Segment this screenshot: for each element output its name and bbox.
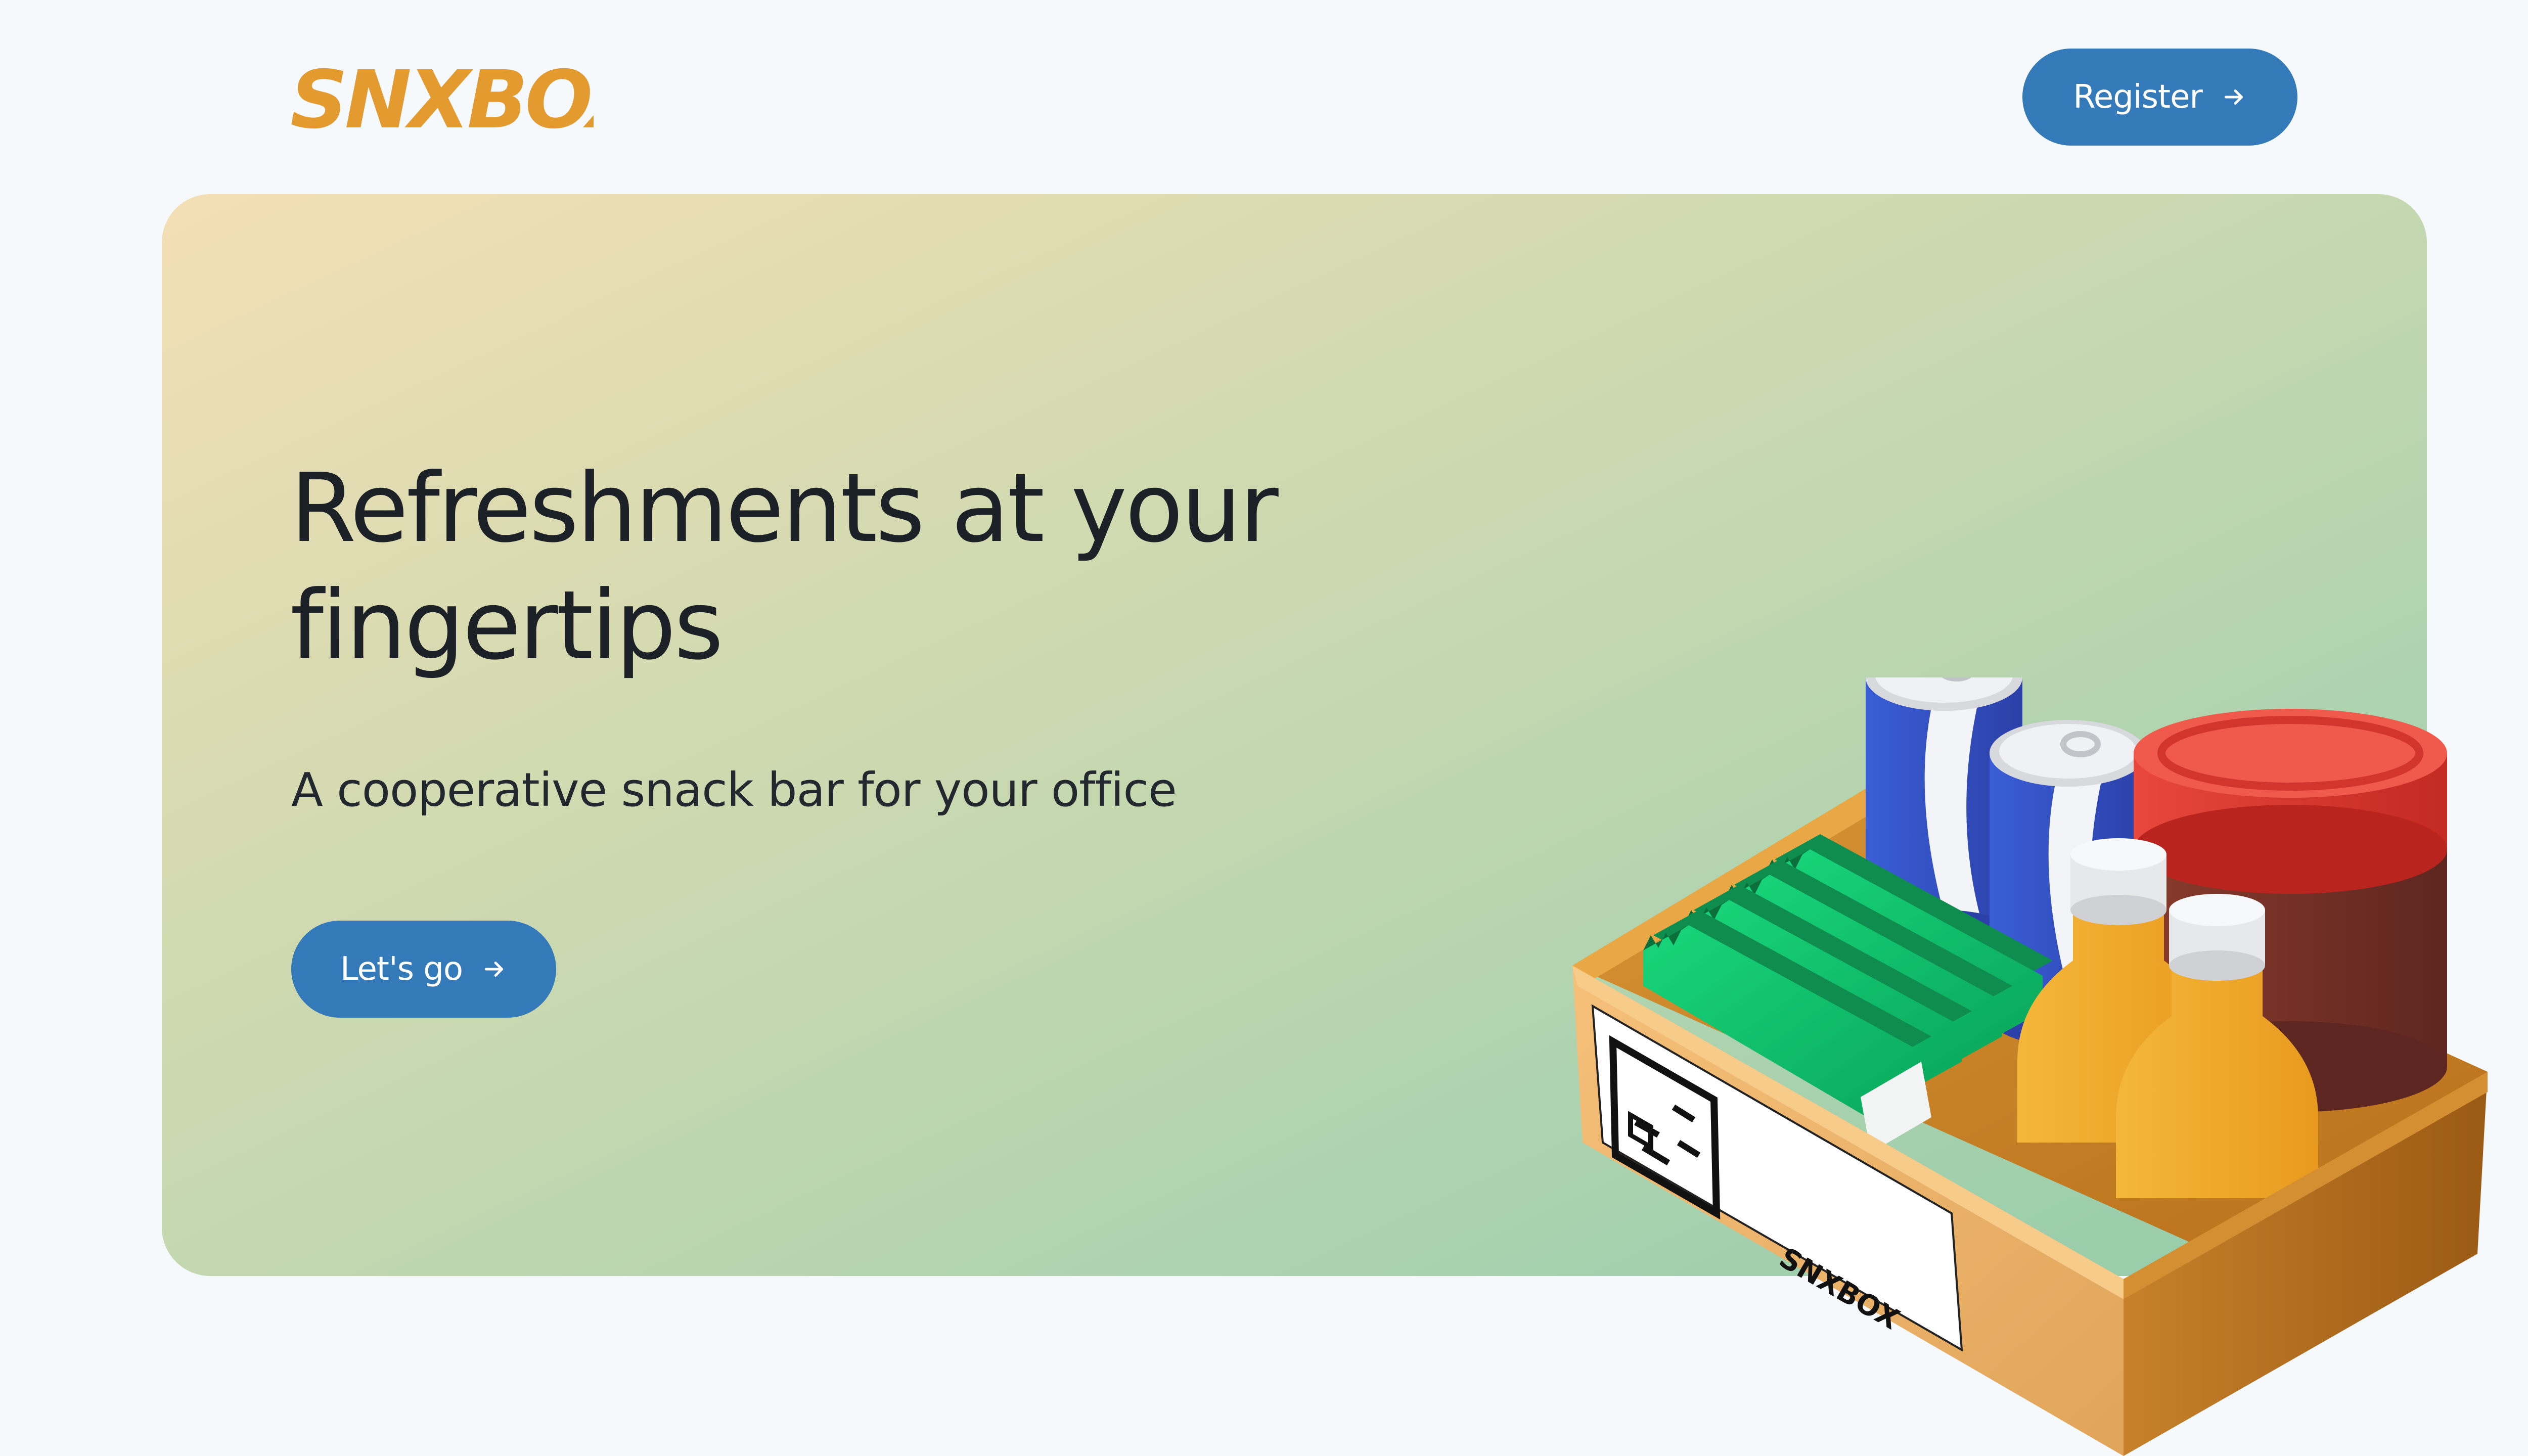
svg-text:SNXBOX: SNXBOX: [290, 54, 594, 143]
arrow-right-icon: [2224, 89, 2243, 105]
register-button[interactable]: Register: [2022, 49, 2297, 146]
register-button-label: Register: [2073, 78, 2202, 116]
site-header: SNXBOX Register: [0, 0, 2528, 194]
lets-go-button-label: Let's go: [340, 950, 463, 988]
snxbox-logo[interactable]: SNXBOX: [290, 52, 594, 143]
hero-headline: Refreshments at your fingertips: [290, 453, 1279, 681]
snack-box-illustration: SNXBOX: [1572, 677, 2488, 1456]
arrow-right-icon: [484, 962, 504, 977]
lets-go-button[interactable]: Let's go: [291, 921, 556, 1018]
hero-subheadline: A cooperative snack bar for your office: [291, 763, 1177, 817]
